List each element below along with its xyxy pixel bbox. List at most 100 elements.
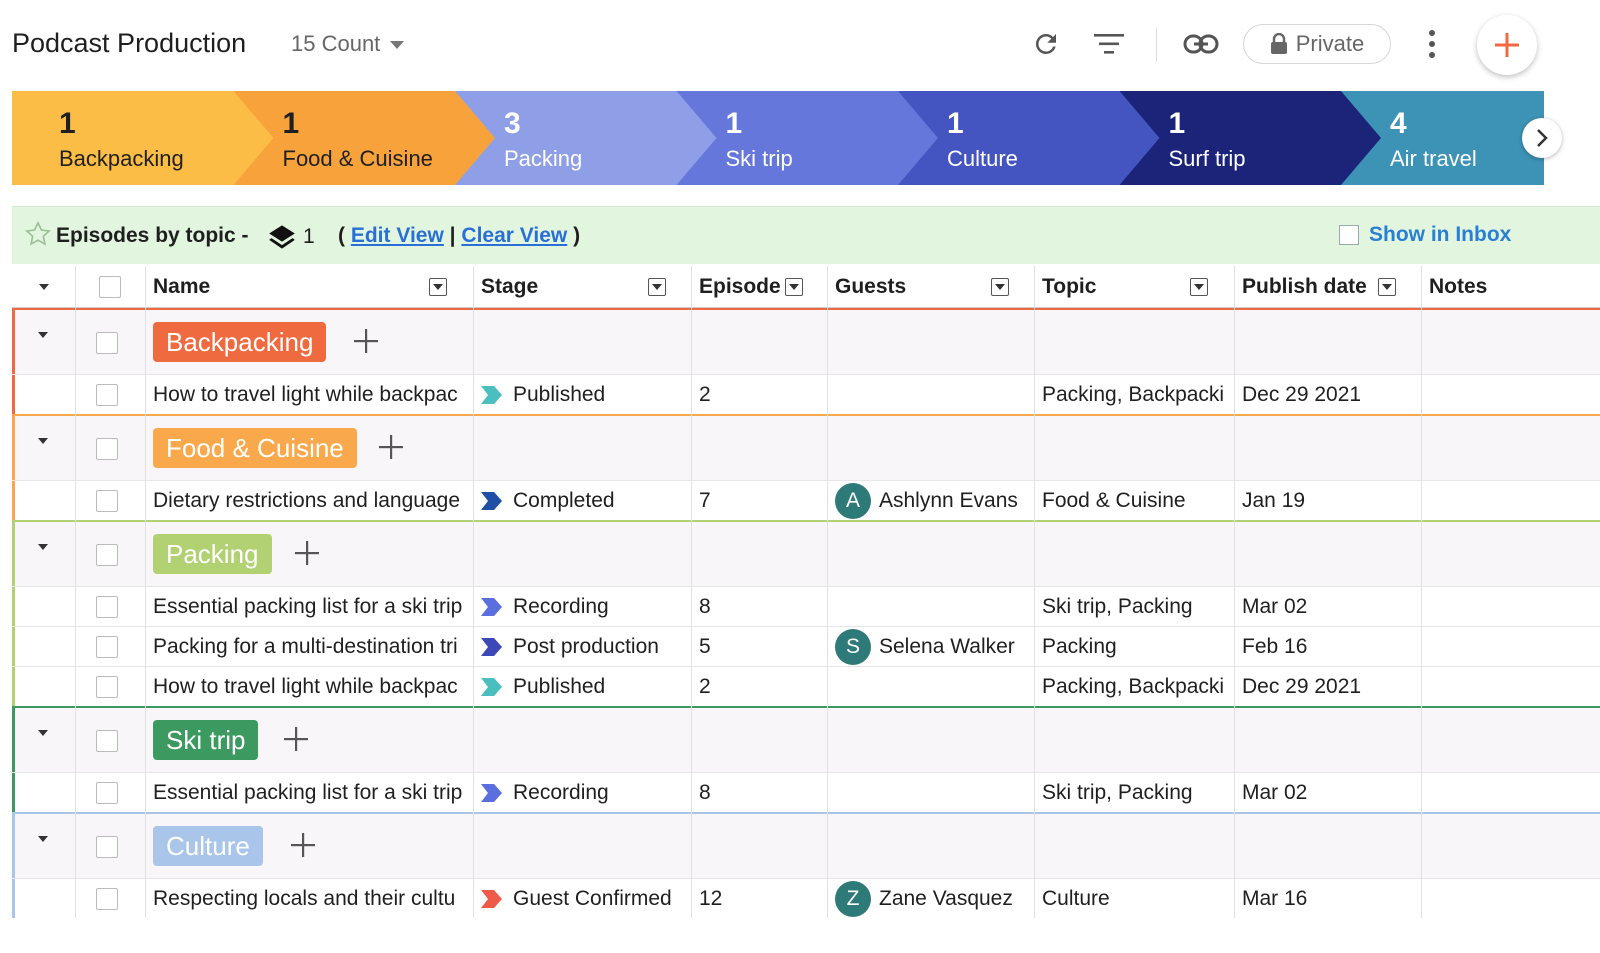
cell-episode[interactable]: 7 xyxy=(691,481,827,521)
column-header-stage[interactable]: Stage xyxy=(473,266,691,308)
show-in-inbox-checkbox[interactable] xyxy=(1339,225,1359,245)
table-row[interactable]: Packing for a multi-destination tri Post … xyxy=(12,626,1600,666)
pipeline-stage-3[interactable]: 1 Ski trip xyxy=(726,91,899,185)
add-row-button[interactable] xyxy=(290,536,324,570)
column-header-publish-date[interactable]: Publish date xyxy=(1234,266,1421,308)
cell-guest[interactable] xyxy=(827,773,1034,813)
cell-topic[interactable]: Culture xyxy=(1034,879,1234,919)
cell-date[interactable]: Mar 02 xyxy=(1234,587,1421,627)
cell-episode[interactable]: 8 xyxy=(691,773,827,813)
add-row-button[interactable] xyxy=(374,430,408,464)
cell-notes[interactable] xyxy=(1421,879,1600,919)
cell-notes[interactable] xyxy=(1421,627,1600,667)
group-checkbox[interactable] xyxy=(96,836,118,858)
cell-name[interactable]: Packing for a multi-destination tri xyxy=(145,627,473,667)
row-checkbox[interactable] xyxy=(96,636,118,658)
select-all-checkbox[interactable] xyxy=(99,276,121,298)
column-header-guests[interactable]: Guests xyxy=(827,266,1034,308)
column-menu-icon[interactable] xyxy=(785,278,803,296)
pipeline-next-button[interactable] xyxy=(1522,118,1562,158)
cell-stage[interactable]: Post production xyxy=(473,627,691,667)
cell-notes[interactable] xyxy=(1421,375,1600,415)
pipeline-stage-4[interactable]: 1 Culture xyxy=(947,91,1120,185)
cell-episode[interactable]: 5 xyxy=(691,627,827,667)
link-icon[interactable] xyxy=(1183,26,1219,62)
cell-stage[interactable]: Recording xyxy=(473,773,691,813)
column-menu-icon[interactable] xyxy=(1378,278,1396,296)
group-collapse-toggle[interactable] xyxy=(38,332,48,356)
count-dropdown[interactable]: 15 Count xyxy=(291,31,405,57)
cell-notes[interactable] xyxy=(1421,667,1600,707)
row-checkbox[interactable] xyxy=(96,384,118,406)
cell-date[interactable]: Dec 29 2021 xyxy=(1234,667,1421,707)
table-row[interactable]: Dietary restrictions and language Complet… xyxy=(12,480,1600,520)
column-menu-icon[interactable] xyxy=(1190,278,1208,296)
column-menu-icon[interactable] xyxy=(648,278,666,296)
clear-view-link[interactable]: Clear View xyxy=(461,224,567,247)
table-row[interactable]: Respecting locals and their cultu Guest C… xyxy=(12,878,1600,918)
row-checkbox[interactable] xyxy=(96,490,118,512)
column-header-topic[interactable]: Topic xyxy=(1034,266,1234,308)
cell-topic[interactable]: Packing xyxy=(1034,627,1234,667)
group-collapse-toggle[interactable] xyxy=(38,438,48,462)
cell-notes[interactable] xyxy=(1421,587,1600,627)
cell-guest[interactable]: Z Zane Vasquez xyxy=(827,879,1034,919)
private-button[interactable]: Private xyxy=(1243,24,1391,64)
cell-topic[interactable]: Packing, Backpacki xyxy=(1034,375,1234,415)
collapse-all-toggle[interactable] xyxy=(12,266,75,308)
column-menu-icon[interactable] xyxy=(991,278,1009,296)
column-header-name[interactable]: Name xyxy=(145,266,473,308)
cell-date[interactable]: Feb 16 xyxy=(1234,627,1421,667)
cell-topic[interactable]: Ski trip, Packing xyxy=(1034,587,1234,627)
show-in-inbox-toggle[interactable]: Show in Inbox xyxy=(1339,223,1511,247)
group-collapse-toggle[interactable] xyxy=(38,836,48,860)
cell-name[interactable]: Dietary restrictions and language xyxy=(145,481,473,521)
column-header-notes[interactable]: Notes xyxy=(1421,266,1600,308)
cell-guest[interactable]: A Ashlynn Evans xyxy=(827,481,1034,521)
add-button[interactable] xyxy=(1477,15,1537,75)
row-checkbox[interactable] xyxy=(96,676,118,698)
pipeline-stage-2[interactable]: 3 Packing xyxy=(504,91,677,185)
cell-stage[interactable]: Published xyxy=(473,375,691,415)
group-checkbox[interactable] xyxy=(96,544,118,566)
row-checkbox[interactable] xyxy=(96,596,118,618)
cell-guest[interactable] xyxy=(827,587,1034,627)
pipeline-stage-5[interactable]: 1 Surf trip xyxy=(1169,91,1342,185)
cell-name[interactable]: How to travel light while backpac xyxy=(145,667,473,707)
cell-topic[interactable]: Packing, Backpacki xyxy=(1034,667,1234,707)
cell-episode[interactable]: 8 xyxy=(691,587,827,627)
cell-name[interactable]: Essential packing list for a ski trip xyxy=(145,587,473,627)
row-checkbox[interactable] xyxy=(96,888,118,910)
group-collapse-toggle[interactable] xyxy=(38,730,48,754)
cell-name[interactable]: How to travel light while backpac xyxy=(145,375,473,415)
pipeline-stage-0[interactable]: 1 Backpacking xyxy=(59,91,234,185)
cell-episode[interactable]: 2 xyxy=(691,375,827,415)
cell-guest[interactable] xyxy=(827,375,1034,415)
group-checkbox[interactable] xyxy=(96,332,118,354)
pipeline-stage-1[interactable]: 1 Food & Cuisine xyxy=(283,91,456,185)
refresh-icon[interactable] xyxy=(1028,26,1064,62)
cell-episode[interactable]: 2 xyxy=(691,667,827,707)
table-row[interactable]: Essential packing list for a ski trip Rec… xyxy=(12,772,1600,812)
group-checkbox[interactable] xyxy=(96,438,118,460)
cell-topic[interactable]: Ski trip, Packing xyxy=(1034,773,1234,813)
row-checkbox[interactable] xyxy=(96,782,118,804)
cell-stage[interactable]: Completed xyxy=(473,481,691,521)
cell-date[interactable]: Mar 16 xyxy=(1234,879,1421,919)
column-header-episode[interactable]: Episode xyxy=(691,266,827,308)
cell-guest[interactable]: S Selena Walker xyxy=(827,627,1034,667)
group-checkbox[interactable] xyxy=(96,730,118,752)
cell-stage[interactable]: Recording xyxy=(473,587,691,627)
cell-date[interactable]: Mar 02 xyxy=(1234,773,1421,813)
table-row[interactable]: How to travel light while backpac Publish… xyxy=(12,666,1600,706)
cell-name[interactable]: Essential packing list for a ski trip xyxy=(145,773,473,813)
add-row-button[interactable] xyxy=(349,324,383,358)
cell-stage[interactable]: Guest Confirmed xyxy=(473,879,691,919)
table-row[interactable]: How to travel light while backpac Publish… xyxy=(12,374,1600,414)
group-collapse-toggle[interactable] xyxy=(38,544,48,568)
cell-date[interactable]: Dec 29 2021 xyxy=(1234,375,1421,415)
cell-name[interactable]: Respecting locals and their cultu xyxy=(145,879,473,919)
cell-notes[interactable] xyxy=(1421,481,1600,521)
star-icon[interactable] xyxy=(24,220,52,253)
cell-notes[interactable] xyxy=(1421,773,1600,813)
